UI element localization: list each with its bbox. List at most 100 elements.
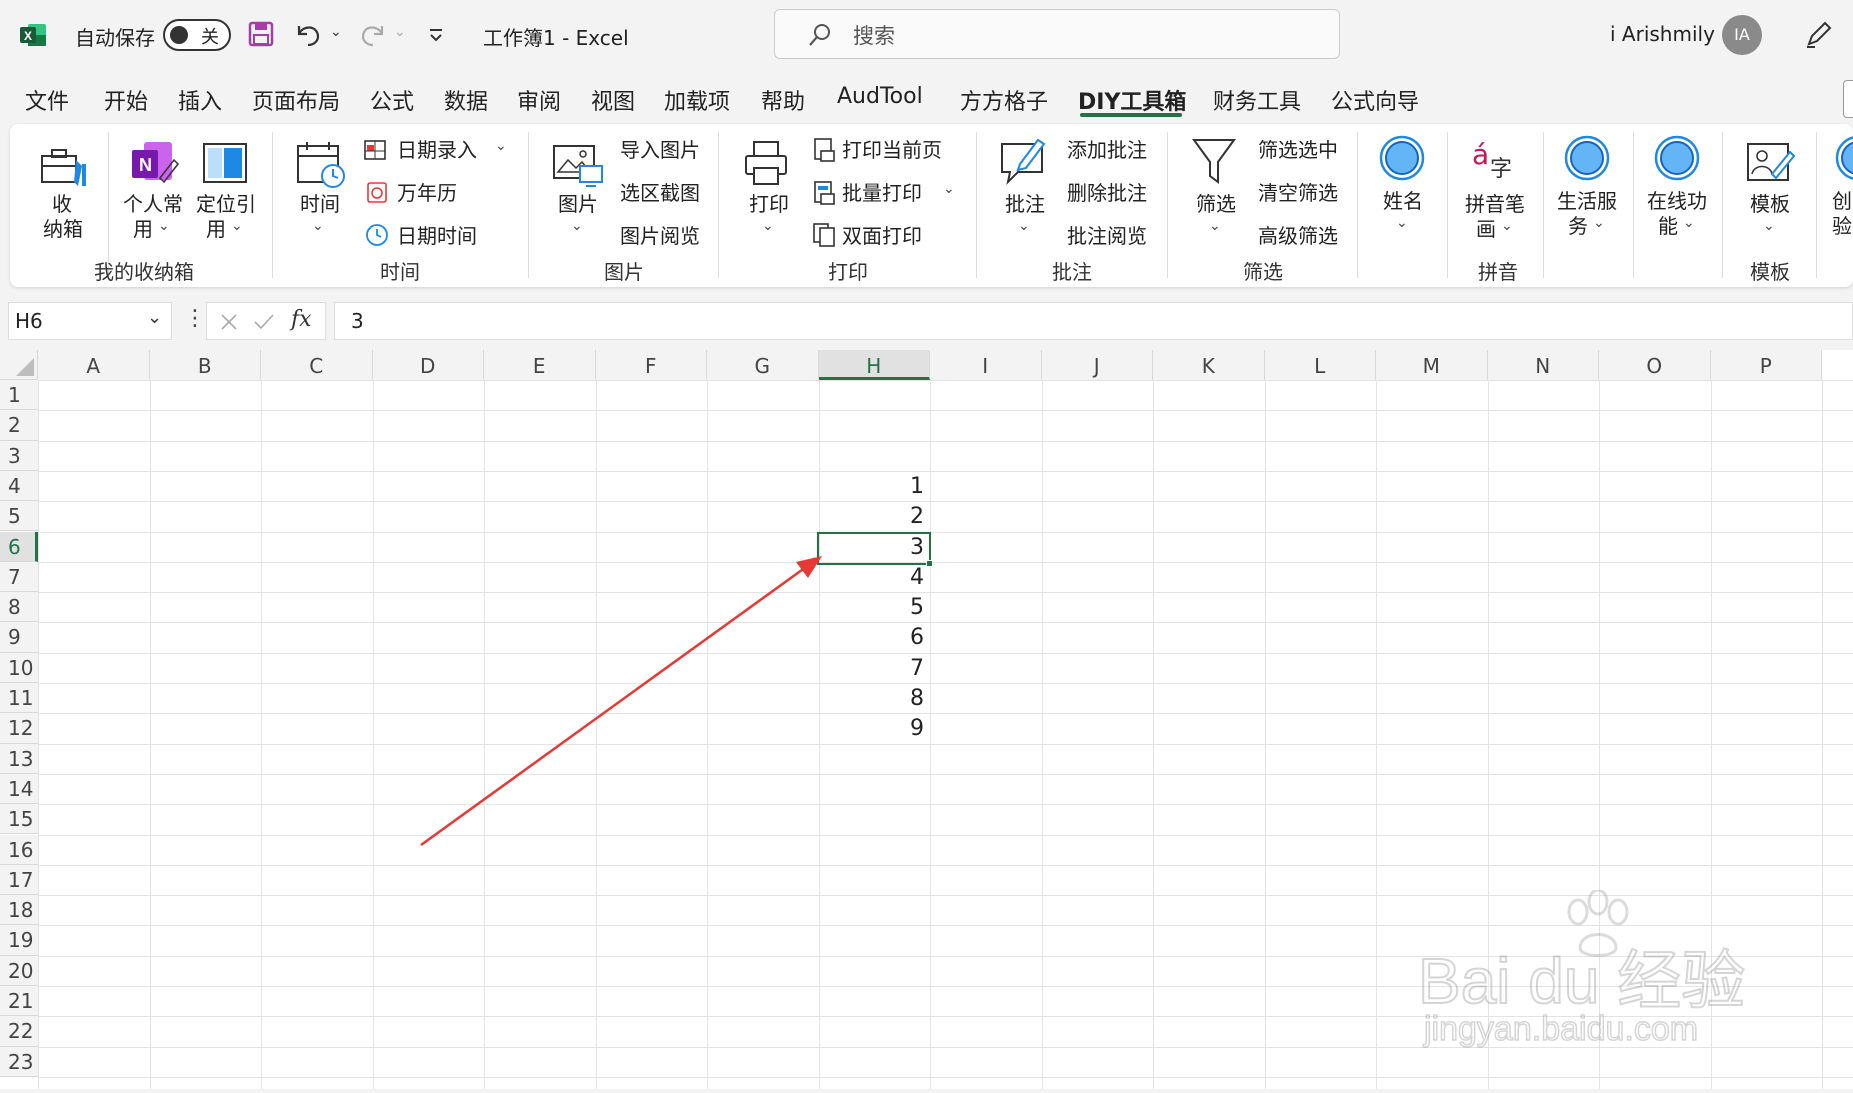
import-picture-button[interactable]: 导入图片	[620, 138, 700, 162]
row-header[interactable]: 15	[0, 804, 38, 835]
row-header[interactable]: 18	[0, 895, 38, 926]
enter-icon[interactable]	[253, 312, 275, 332]
row-header[interactable]: 21	[0, 986, 38, 1017]
redo-dropdown-icon[interactable]: ⌄	[394, 24, 406, 40]
template-chevron-icon[interactable]: ⌄	[1763, 218, 1775, 234]
tab-data[interactable]: 数据	[444, 84, 488, 116]
cell-value[interactable]: 2	[824, 502, 924, 532]
tab-view[interactable]: 视图	[591, 84, 635, 116]
name-chevron-icon[interactable]: ⌄	[1396, 215, 1408, 231]
autosave-toggle[interactable]: 关	[163, 19, 231, 51]
row-header[interactable]: 4	[0, 470, 38, 502]
date-entry-chevron-icon[interactable]: ⌄	[495, 138, 507, 154]
print-current-page-button[interactable]: 打印当前页	[842, 138, 942, 162]
locate-icon[interactable]	[202, 142, 248, 184]
row-header[interactable]: 16	[0, 834, 38, 865]
row-header[interactable]: 23	[0, 1046, 38, 1077]
column-header[interactable]: K	[1153, 350, 1265, 380]
shoubox-line2[interactable]: 纳箱	[43, 217, 83, 241]
onenote-icon[interactable]: N	[128, 138, 180, 190]
save-icon[interactable]	[248, 21, 274, 47]
redo-icon[interactable]	[358, 20, 388, 48]
picture-icon[interactable]	[552, 142, 604, 190]
calendar-clock-icon[interactable]	[295, 138, 347, 190]
pinyin-line1[interactable]: 拼音笔	[1465, 192, 1525, 216]
picture-chevron-icon[interactable]: ⌄	[571, 218, 583, 234]
tab-file[interactable]: 文件	[25, 84, 69, 116]
column-header[interactable]: N	[1487, 350, 1599, 380]
row-header[interactable]: 13	[0, 743, 38, 774]
create-circle-icon[interactable]	[1834, 134, 1853, 182]
pinyin-chevron-icon[interactable]: ⌄	[1501, 218, 1513, 234]
row-header[interactable]: 6	[0, 531, 38, 562]
tab-insert[interactable]: 插入	[178, 84, 222, 116]
selected-cell-highlight[interactable]	[817, 532, 931, 565]
tab-fangfang[interactable]: 方方格子	[960, 84, 1048, 116]
undo-dropdown-icon[interactable]: ⌄	[330, 24, 342, 40]
online-function-icon[interactable]	[1653, 134, 1701, 182]
name-box-chevron-icon[interactable]: ⌄	[147, 307, 162, 328]
tab-help[interactable]: 帮助	[761, 84, 805, 116]
template-button[interactable]: 模板	[1750, 192, 1790, 216]
life-chevron-icon[interactable]: ⌄	[1593, 215, 1605, 231]
print-chevron-icon[interactable]: ⌄	[762, 218, 774, 234]
tab-home[interactable]: 开始	[104, 84, 148, 116]
online-chevron-icon[interactable]: ⌄	[1683, 215, 1695, 231]
comment-chevron-icon[interactable]: ⌄	[1018, 218, 1030, 234]
row-header[interactable]: 1	[0, 380, 38, 411]
name-button[interactable]: 姓名	[1383, 189, 1423, 213]
column-header[interactable]: M	[1376, 350, 1488, 380]
tab-audtool[interactable]: AudTool	[837, 84, 923, 109]
locate-line1[interactable]: 定位引	[196, 192, 256, 216]
row-header[interactable]: 12	[0, 713, 38, 744]
more-options-icon[interactable]: ⋮	[184, 306, 206, 331]
personal-line1[interactable]: 个人常	[123, 192, 183, 216]
funnel-icon[interactable]	[1190, 136, 1238, 188]
row-header[interactable]: 17	[0, 864, 38, 896]
clear-filter-button[interactable]: 清空筛选	[1258, 181, 1338, 205]
column-header[interactable]: D	[372, 350, 484, 380]
column-header[interactable]: H	[818, 350, 930, 380]
filter-selected-button[interactable]: 筛选选中	[1258, 138, 1338, 162]
pinyin-line2[interactable]: 画	[1476, 217, 1496, 241]
template-icon[interactable]	[1744, 140, 1796, 188]
row-header[interactable]: 19	[0, 925, 38, 956]
print-button[interactable]: 打印	[749, 192, 789, 216]
tab-formulas[interactable]: 公式	[370, 84, 414, 116]
cell-value[interactable]: 4	[824, 563, 924, 593]
batch-print-button[interactable]: 批量打印	[842, 181, 922, 205]
cell-value[interactable]: 7	[824, 654, 924, 684]
personal-chevron-icon[interactable]: ⌄	[158, 218, 170, 234]
printer-icon[interactable]	[742, 138, 792, 190]
column-header[interactable]: C	[261, 350, 373, 380]
name-box[interactable]: H6 ⌄	[8, 302, 172, 340]
row-header[interactable]: 11	[0, 683, 38, 714]
cell-value[interactable]: 5	[824, 593, 924, 623]
undo-icon[interactable]	[293, 20, 323, 48]
pen-icon[interactable]	[1803, 18, 1835, 50]
row-header[interactable]: 3	[0, 440, 38, 471]
add-comment-button[interactable]: 添加批注	[1067, 138, 1147, 162]
online-line1[interactable]: 在线功	[1647, 189, 1707, 213]
column-header[interactable]: P	[1710, 350, 1822, 380]
column-header[interactable]: F	[595, 350, 707, 380]
create-line2[interactable]: 验	[1832, 214, 1852, 238]
column-header[interactable]: G	[707, 350, 819, 380]
comment-icon[interactable]	[998, 134, 1050, 190]
picture-view-button[interactable]: 图片阅览	[620, 224, 700, 248]
batch-print-chevron-icon[interactable]: ⌄	[943, 181, 955, 197]
cell-value[interactable]: 1	[824, 472, 924, 502]
avatar[interactable]: IA	[1722, 15, 1762, 55]
comment-button[interactable]: 批注	[1005, 192, 1045, 216]
locate-chevron-icon[interactable]: ⌄	[231, 218, 243, 234]
advanced-filter-button[interactable]: 高级筛选	[1258, 224, 1338, 248]
column-header[interactable]: J	[1041, 350, 1153, 380]
cancel-icon[interactable]	[219, 312, 239, 332]
view-comment-button[interactable]: 批注阅览	[1067, 224, 1147, 248]
area-screenshot-button[interactable]: 选区截图	[620, 181, 700, 205]
column-header[interactable]: A	[38, 350, 150, 380]
fill-handle[interactable]	[926, 560, 933, 567]
cell-value[interactable]: 6	[824, 623, 924, 653]
life-line2[interactable]: 务	[1568, 214, 1588, 238]
name-circle-icon[interactable]	[1378, 134, 1426, 182]
